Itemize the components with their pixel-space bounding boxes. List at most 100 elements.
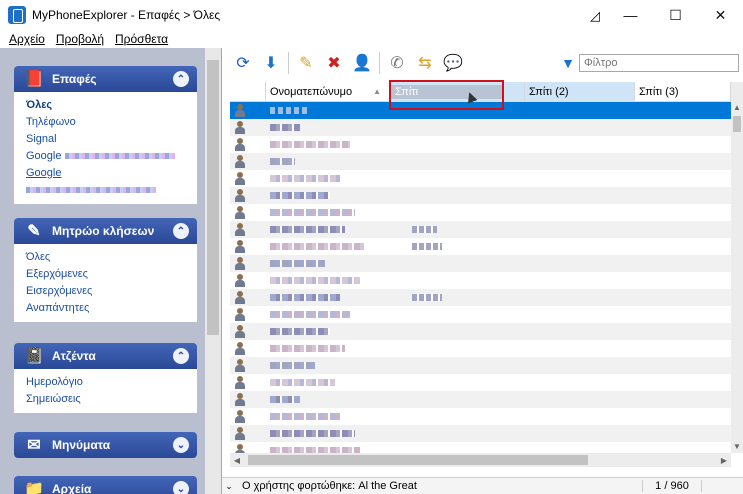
vertical-scroll-thumb[interactable] <box>733 116 741 132</box>
sync-icon[interactable]: ⇆ <box>414 52 436 74</box>
contact-icon <box>234 121 246 134</box>
call-icon[interactable]: ✆ <box>386 52 408 74</box>
column-header-home-2[interactable]: Σπίτι (2) <box>525 82 635 102</box>
contact-icon <box>234 359 246 372</box>
scroll-up-icon[interactable]: ▲ <box>731 100 743 114</box>
contact-icon <box>234 104 246 117</box>
sidebar-item-google-account[interactable]: Google <box>26 148 197 165</box>
agenda-panel: 📓 Ατζέντα ⌃ Ημερολόγιο Σημειώσεις <box>14 343 197 413</box>
redacted-name <box>270 124 300 131</box>
contact-icon <box>234 325 246 338</box>
horizontal-scroll-thumb[interactable] <box>248 455 588 465</box>
agenda-icon: 📓 <box>24 348 44 365</box>
add-contact-icon[interactable]: 👤 <box>351 52 373 74</box>
expand-down-icon[interactable]: ⌄ <box>173 481 189 494</box>
expand-down-icon[interactable]: ⌄ <box>173 437 189 453</box>
calls-panel-header[interactable]: ✎ Μητρώο κλήσεων ⌃ <box>14 218 197 244</box>
redacted-name <box>270 345 345 352</box>
redacted-phone <box>412 243 442 250</box>
menu-extras[interactable]: Πρόσθετα <box>115 32 168 46</box>
folder-icon: 📁 <box>24 481 44 494</box>
column-header-name[interactable]: Ονοματεπώνυμο ▲ <box>266 82 390 102</box>
table-row[interactable] <box>230 170 731 187</box>
menu-view[interactable]: Προβολή <box>56 32 104 46</box>
refresh-icon[interactable]: ⟳ <box>232 52 254 74</box>
redacted-name <box>270 107 310 114</box>
contacts-panel-header[interactable]: 📕 Επαφές ⌃ <box>14 66 197 92</box>
sidebar-item-all-contacts[interactable]: Όλες <box>26 97 197 114</box>
table-row[interactable] <box>230 119 731 136</box>
scroll-down-icon[interactable]: ▼ <box>731 439 743 453</box>
sidebar-item-google[interactable]: Google <box>26 165 197 182</box>
call-log-icon: ✎ <box>27 223 41 240</box>
google-label: Google <box>26 150 62 162</box>
scroll-left-icon[interactable]: ◀ <box>230 453 244 467</box>
calls-panel-title: Μητρώο κλήσεων <box>52 224 155 238</box>
sidebar-scrollbar[interactable] <box>205 48 221 494</box>
contact-icon <box>234 274 246 287</box>
column-header-home-3[interactable]: Σπίτι (3) <box>635 82 731 102</box>
table-row[interactable] <box>230 238 731 255</box>
table-row[interactable] <box>230 408 731 425</box>
menu-file[interactable]: Αρχείο <box>9 32 45 46</box>
table-row[interactable] <box>230 153 731 170</box>
sidebar-item-all-calls[interactable]: Όλες <box>26 249 197 266</box>
close-button[interactable]: ✕ <box>698 0 743 30</box>
delete-icon[interactable]: ✖ <box>323 52 345 74</box>
table-row[interactable] <box>230 442 731 453</box>
sidebar-item-incoming[interactable]: Εισερχόμενες <box>26 283 197 300</box>
filter-field[interactable] <box>579 54 739 72</box>
contact-icon <box>234 342 246 355</box>
table-row[interactable] <box>230 221 731 238</box>
contact-icon <box>234 155 246 168</box>
table-row[interactable] <box>230 289 731 306</box>
sidebar-item-missed[interactable]: Αναπάντητες <box>26 300 197 317</box>
sidebar-item-calendar[interactable]: Ημερολόγιο <box>26 374 197 391</box>
messages-panel-header[interactable]: ✉ Μηνύματα ⌄ <box>14 432 197 458</box>
sidebar-item-redacted[interactable] <box>26 182 197 199</box>
chevron-down-icon[interactable]: ⌄ <box>222 481 236 492</box>
redacted-name <box>270 294 340 301</box>
agenda-panel-header[interactable]: 📓 Ατζέντα ⌃ <box>14 343 197 369</box>
contact-icon <box>234 172 246 185</box>
table-row[interactable] <box>230 136 731 153</box>
sidebar-item-phone[interactable]: Τηλέφωνο <box>26 114 197 131</box>
scroll-right-icon[interactable]: ▶ <box>717 453 731 467</box>
sidebar-item-notes[interactable]: Σημειώσεις <box>26 391 197 408</box>
message-icon[interactable]: 💬 <box>442 52 464 74</box>
table-row[interactable] <box>230 425 731 442</box>
edit-icon[interactable]: ✎ <box>295 52 317 74</box>
maximize-button[interactable]: ☐ <box>653 0 698 30</box>
sidebar-scroll-thumb[interactable] <box>207 60 219 335</box>
table-horizontal-scrollbar[interactable]: ◀ ▶ <box>230 453 731 467</box>
table-row[interactable] <box>230 340 731 357</box>
contacts-panel: 📕 Επαφές ⌃ Όλες Τηλέφωνο Signal Google G… <box>14 66 197 204</box>
filter-input[interactable] <box>584 57 724 69</box>
redacted-name <box>270 141 350 148</box>
download-icon[interactable]: ⬇ <box>260 52 282 74</box>
collapse-up-icon[interactable]: ⌃ <box>173 71 189 87</box>
table-row[interactable] <box>230 357 731 374</box>
table-row[interactable] <box>230 391 731 408</box>
table-vertical-scrollbar[interactable]: ▲ ▼ <box>731 82 743 453</box>
table-row[interactable] <box>230 272 731 289</box>
column-name-label: Ονοματεπώνυμο <box>270 86 353 98</box>
minimize-button[interactable]: — <box>608 0 653 30</box>
sidebar-item-signal[interactable]: Signal <box>26 131 197 148</box>
table-row[interactable] <box>230 306 731 323</box>
contact-icon <box>234 206 246 219</box>
table-row[interactable] <box>230 187 731 204</box>
redacted-name <box>270 396 300 403</box>
files-panel-header[interactable]: 📁 Αρχεία ⌄ <box>14 476 197 494</box>
dragged-column-header[interactable]: Σπίτι <box>389 80 504 110</box>
toolbar: ⟳ ⬇ ✎ ✖ 👤 ✆ ⇆ 💬 ▼ <box>226 48 743 78</box>
collapse-up-icon[interactable]: ⌃ <box>173 223 189 239</box>
table-row[interactable] <box>230 204 731 221</box>
table-row[interactable] <box>230 323 731 340</box>
table-row[interactable] <box>230 255 731 272</box>
table-row[interactable] <box>230 374 731 391</box>
collapse-up-icon[interactable]: ⌃ <box>173 348 189 364</box>
dragged-column-label: Σπίτι <box>391 85 502 99</box>
sidebar-item-outgoing[interactable]: Εξερχόμενες <box>26 266 197 283</box>
column-header-icon[interactable] <box>230 82 266 102</box>
